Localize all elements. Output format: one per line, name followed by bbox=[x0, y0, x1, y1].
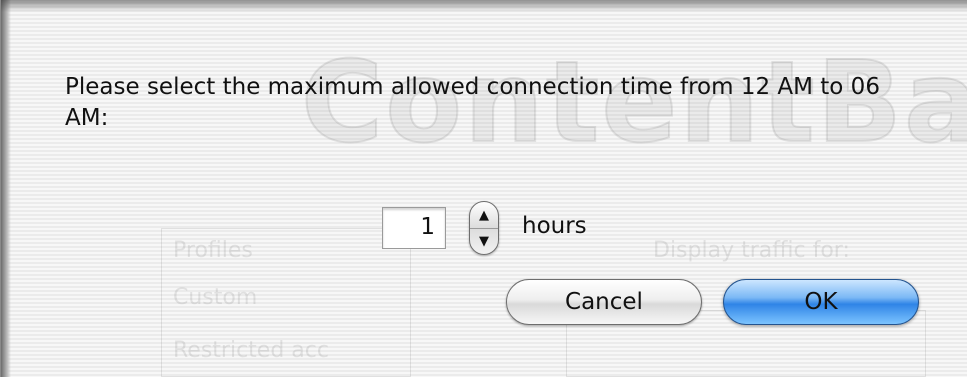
ok-button[interactable]: OK bbox=[723, 279, 919, 325]
dialog-message: Please select the maximum allowed connec… bbox=[65, 74, 880, 131]
cancel-button[interactable]: Cancel bbox=[506, 279, 702, 325]
stepper-down-icon[interactable]: ▼ bbox=[470, 228, 498, 254]
background-profiles-list bbox=[161, 228, 411, 377]
sheet-top-shadow bbox=[1, 0, 967, 12]
dialog-sheet: ContentBa Profiles Custom Restricted acc… bbox=[0, 0, 967, 377]
time-value-field[interactable]: 1 bbox=[382, 207, 446, 249]
unit-label: hours bbox=[522, 213, 587, 239]
background-traffic-label: Display traffic for: bbox=[653, 238, 850, 263]
window-edge bbox=[1, 0, 11, 377]
time-stepper[interactable]: ▲ ▼ bbox=[469, 201, 499, 255]
stepper-up-icon[interactable]: ▲ bbox=[470, 202, 498, 228]
